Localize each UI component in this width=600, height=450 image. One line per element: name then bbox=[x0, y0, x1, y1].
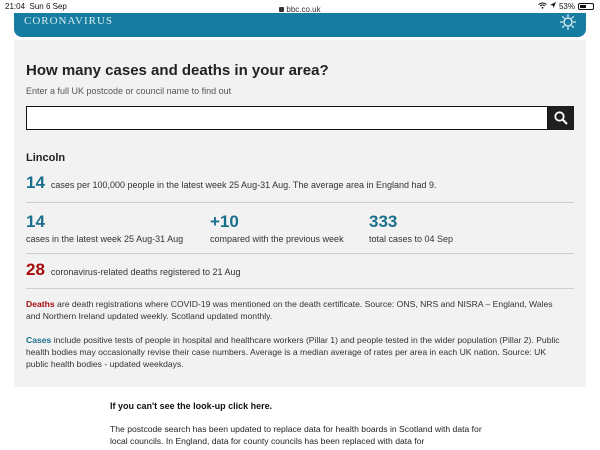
status-icons: 53% bbox=[538, 2, 594, 11]
deaths-note: Deaths are death registrations where COV… bbox=[26, 298, 566, 322]
lock-icon bbox=[279, 7, 285, 13]
weekly-cases-label: cases in the latest week 25 Aug-31 Aug bbox=[26, 234, 184, 244]
divider bbox=[26, 202, 574, 203]
case-rate-row: 14 cases per 100,000 people in the lates… bbox=[26, 173, 437, 193]
search-icon bbox=[554, 111, 568, 125]
banner-title: CORONAVIRUS bbox=[24, 15, 114, 27]
deaths-note-text: are death registrations where COVID-19 w… bbox=[26, 299, 553, 321]
lookup-card: How many cases and deaths in your area? … bbox=[14, 40, 586, 387]
weekly-cases-value: 14 bbox=[26, 212, 45, 231]
deaths-text: coronavirus-related deaths registered to… bbox=[50, 267, 241, 277]
divider bbox=[26, 253, 574, 254]
search-button[interactable] bbox=[548, 106, 574, 130]
total-cases-stat: 333 total cases to 04 Sep bbox=[369, 212, 453, 244]
case-rate-value: 14 bbox=[26, 173, 45, 192]
weekly-cases-stat: 14 cases in the latest week 25 Aug-31 Au… bbox=[26, 212, 183, 244]
deaths-value: 28 bbox=[26, 260, 45, 279]
postcode-search-input[interactable] bbox=[26, 106, 548, 130]
wifi-icon bbox=[538, 2, 547, 11]
place-name: Lincoln bbox=[26, 152, 66, 164]
battery-icon bbox=[578, 3, 594, 10]
total-cases-value: 333 bbox=[369, 212, 398, 231]
case-stats: 14 cases in the latest week 25 Aug-31 Au… bbox=[26, 212, 574, 252]
cases-key: Cases bbox=[26, 335, 52, 345]
cases-note-text: include positive tests of people in hosp… bbox=[26, 335, 560, 369]
lookup-heading: How many cases and deaths in your area? bbox=[26, 62, 329, 79]
virus-logo-icon bbox=[560, 14, 576, 30]
update-paragraph: The postcode search has been updated to … bbox=[110, 424, 482, 446]
coronavirus-banner[interactable]: CORONAVIRUS bbox=[14, 13, 586, 37]
total-cases-label: total cases to 04 Sep bbox=[369, 234, 454, 244]
location-icon bbox=[549, 2, 556, 11]
lookup-subheading: Enter a full UK postcode or council name… bbox=[26, 86, 232, 96]
deaths-row: 28 coronavirus-related deaths registered… bbox=[26, 260, 241, 280]
battery-text: 53% bbox=[558, 2, 575, 11]
divider bbox=[26, 288, 574, 289]
weekly-change-label: compared with the previous week bbox=[210, 234, 344, 244]
lookup-fallback-link[interactable]: If you can't see the look-up click here. bbox=[110, 401, 272, 411]
deaths-key: Deaths bbox=[26, 299, 55, 309]
status-bar: 21:04 Sun 6 Sep bbc.co.uk 53% bbox=[0, 0, 600, 14]
battery-fill bbox=[580, 5, 587, 8]
case-rate-text: cases per 100,000 people in the latest w… bbox=[50, 180, 437, 190]
weekly-change-stat: +10 compared with the previous week bbox=[210, 212, 344, 244]
cases-note: Cases include positive tests of people i… bbox=[26, 334, 566, 370]
weekly-change-value: +10 bbox=[210, 212, 239, 231]
